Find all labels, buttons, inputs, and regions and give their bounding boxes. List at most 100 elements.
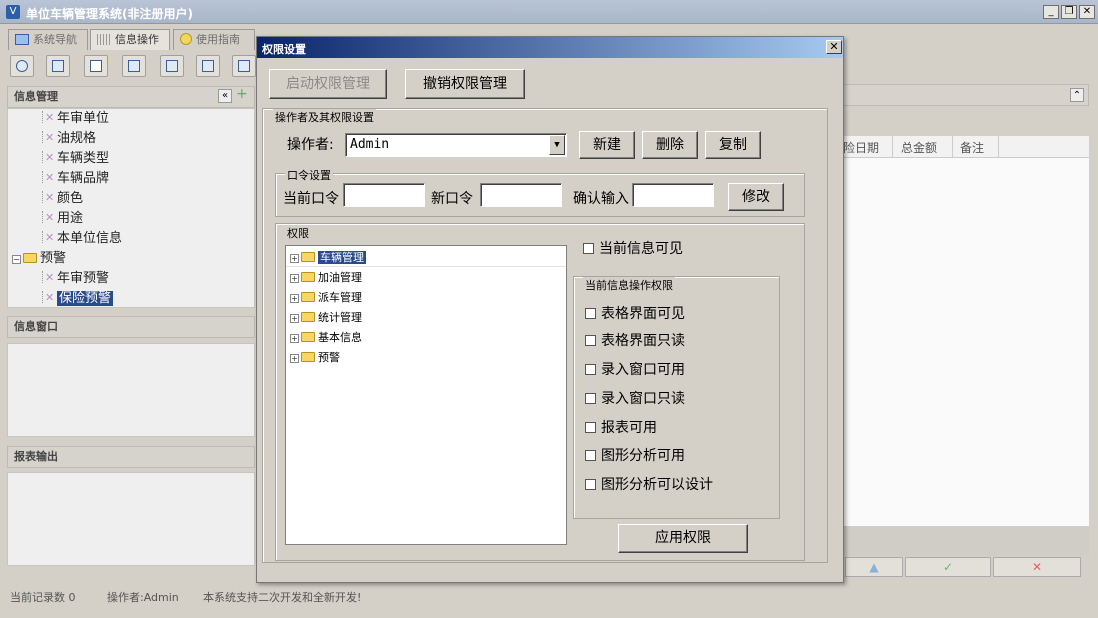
expand-icon[interactable]: + bbox=[290, 314, 299, 323]
dialog-close-button[interactable]: ✕ bbox=[826, 40, 842, 54]
tree-item-vehicle-brand[interactable]: 车辆品牌 bbox=[42, 168, 109, 189]
toolbar-new-button[interactable] bbox=[84, 55, 108, 77]
current-password-label: 当前口令 bbox=[283, 191, 339, 207]
tool-icon bbox=[42, 188, 54, 208]
close-button[interactable]: ✕ bbox=[1079, 5, 1095, 19]
collapse-up-button[interactable]: ⌃ bbox=[1070, 88, 1084, 102]
perm-node-statistics[interactable]: + 统计管理 bbox=[290, 309, 362, 325]
checkbox-label: 报表可用 bbox=[601, 420, 657, 436]
expand-icon[interactable]: + bbox=[290, 354, 299, 363]
tree-item-annual-unit[interactable]: 年审单位 bbox=[42, 108, 110, 129]
op-checkbox-graph-design[interactable]: 图形分析可以设计 bbox=[585, 474, 713, 494]
tree-item-vehicle-type[interactable]: 车辆类型 bbox=[42, 148, 110, 169]
column-header[interactable]: 总金额 bbox=[901, 139, 937, 156]
column-header[interactable]: 险日期 bbox=[843, 139, 879, 156]
nav-up-button[interactable]: ▲ bbox=[845, 557, 903, 577]
dropdown-arrow-icon[interactable]: ▼ bbox=[549, 135, 565, 155]
tab-label: 系统导航 bbox=[33, 33, 77, 46]
op-checkbox-graph-enabled[interactable]: 图形分析可用 bbox=[585, 445, 685, 465]
expand-icon[interactable]: + bbox=[290, 334, 299, 343]
tree-label: 车辆类型 bbox=[57, 151, 110, 166]
checkbox-box[interactable] bbox=[585, 308, 596, 319]
copy-operator-button[interactable]: 复制 bbox=[705, 131, 761, 159]
collapse-node-icon[interactable]: − bbox=[12, 255, 21, 264]
tree-label: 年审预警 bbox=[57, 271, 110, 286]
modify-password-button[interactable]: 修改 bbox=[728, 183, 784, 211]
op-checkbox-report[interactable]: 报表可用 bbox=[585, 417, 657, 437]
tree-item-color[interactable]: 颜色 bbox=[42, 188, 83, 209]
tree-item-usage[interactable]: 用途 bbox=[42, 208, 84, 229]
op-checkbox-entry-enabled[interactable]: 录入窗口可用 bbox=[585, 359, 685, 379]
dialog-title: 权限设置 bbox=[262, 43, 306, 56]
restore-button[interactable]: ❐ bbox=[1061, 5, 1077, 19]
current-password-input[interactable] bbox=[343, 183, 425, 207]
operator-label: 操作者: bbox=[287, 137, 334, 153]
toolbar-edit-button[interactable] bbox=[122, 55, 146, 77]
current-visible-checkbox[interactable]: 当前信息可见 bbox=[583, 238, 683, 258]
perm-node-dispatch[interactable]: + 派车管理 bbox=[290, 289, 362, 305]
minimize-button[interactable]: _ bbox=[1043, 5, 1059, 19]
confirm-password-input[interactable] bbox=[632, 183, 714, 207]
new-password-input[interactable] bbox=[480, 183, 562, 207]
permission-tree[interactable]: + 车辆管理 + 加油管理 + 派车管理 + 统计管理 + 基本信息 + 预警 bbox=[285, 245, 567, 545]
tab-info-operation[interactable]: 信息操作 bbox=[90, 29, 170, 50]
checkbox-box[interactable] bbox=[585, 422, 596, 433]
permission-group-label: 权限 bbox=[285, 225, 311, 241]
perm-node-vehicle[interactable]: + 车辆管理 bbox=[290, 249, 366, 265]
confirm-button[interactable]: ✓ bbox=[905, 557, 991, 577]
tool-icon bbox=[42, 128, 54, 148]
collapse-button[interactable]: « bbox=[218, 89, 232, 103]
checkbox-box[interactable] bbox=[585, 335, 596, 346]
monitor-icon bbox=[15, 34, 29, 45]
toolbar-window-button[interactable] bbox=[160, 55, 184, 77]
op-checkbox-table-visible[interactable]: 表格界面可见 bbox=[585, 303, 685, 323]
data-grid[interactable] bbox=[843, 158, 1089, 526]
perm-node-fuel[interactable]: + 加油管理 bbox=[290, 269, 362, 285]
checkbox-box[interactable] bbox=[585, 364, 596, 375]
op-checkbox-table-readonly[interactable]: 表格界面只读 bbox=[585, 330, 685, 350]
cancel-button[interactable]: ✕ bbox=[993, 557, 1081, 577]
revoke-permission-button[interactable]: 撤销权限管理 bbox=[405, 69, 525, 99]
column-header[interactable]: 备注 bbox=[960, 139, 984, 156]
toolbar-search-button[interactable] bbox=[10, 55, 34, 77]
apply-permission-button[interactable]: 应用权限 bbox=[618, 524, 748, 553]
tool-icon bbox=[42, 148, 54, 168]
perm-node-basic-info[interactable]: + 基本信息 bbox=[290, 329, 362, 345]
perm-node-label: 车辆管理 bbox=[318, 251, 366, 264]
toolbar-print-button[interactable] bbox=[232, 55, 256, 77]
tree-item-insurance-warning[interactable]: 保险预警 bbox=[42, 288, 114, 309]
tab-user-guide[interactable]: 使用指南 bbox=[173, 29, 255, 50]
expand-icon[interactable]: + bbox=[290, 254, 299, 263]
operator-select[interactable]: Admin ▼ bbox=[345, 133, 567, 157]
op-checkbox-entry-readonly[interactable]: 录入窗口只读 bbox=[585, 388, 685, 408]
tree-label: 用途 bbox=[57, 211, 84, 226]
checkbox-label: 图形分析可用 bbox=[601, 448, 685, 464]
folder-icon bbox=[23, 253, 37, 263]
checkbox-label: 表格界面只读 bbox=[601, 333, 685, 349]
tab-system-nav[interactable]: 系统导航 bbox=[8, 29, 88, 50]
tree-label-selected: 保险预警 bbox=[57, 291, 114, 306]
tree-item-oil-spec[interactable]: 油规格 bbox=[42, 128, 96, 149]
status-message: 本系统支持二次开发和全新开发! bbox=[203, 591, 362, 604]
toolbar-list-button[interactable] bbox=[46, 55, 70, 77]
start-permission-button[interactable]: 启动权限管理 bbox=[269, 69, 387, 99]
tree-item-unit-info[interactable]: 本单位信息 bbox=[42, 228, 122, 249]
tree-label: 年审单位 bbox=[57, 111, 110, 126]
checkbox-box[interactable] bbox=[583, 243, 594, 254]
delete-operator-button[interactable]: 删除 bbox=[642, 131, 698, 159]
checkbox-box[interactable] bbox=[585, 450, 596, 461]
checkbox-box[interactable] bbox=[585, 479, 596, 490]
checkbox-label: 表格界面可见 bbox=[601, 306, 685, 322]
toolbar-export-button[interactable] bbox=[196, 55, 220, 77]
tree-item-warning[interactable]: − 预警 bbox=[12, 249, 66, 269]
checkbox-box[interactable] bbox=[585, 393, 596, 404]
checkbox-label: 当前信息可见 bbox=[599, 241, 683, 257]
add-icon[interactable]: + bbox=[236, 86, 248, 102]
document-icon bbox=[90, 60, 102, 72]
perm-node-warning[interactable]: + 预警 bbox=[290, 349, 340, 365]
panel-title: 报表输出 bbox=[14, 450, 58, 463]
expand-icon[interactable]: + bbox=[290, 274, 299, 283]
expand-icon[interactable]: + bbox=[290, 294, 299, 303]
tree-item-annual-warning[interactable]: 年审预警 bbox=[42, 268, 110, 289]
new-operator-button[interactable]: 新建 bbox=[579, 131, 635, 159]
